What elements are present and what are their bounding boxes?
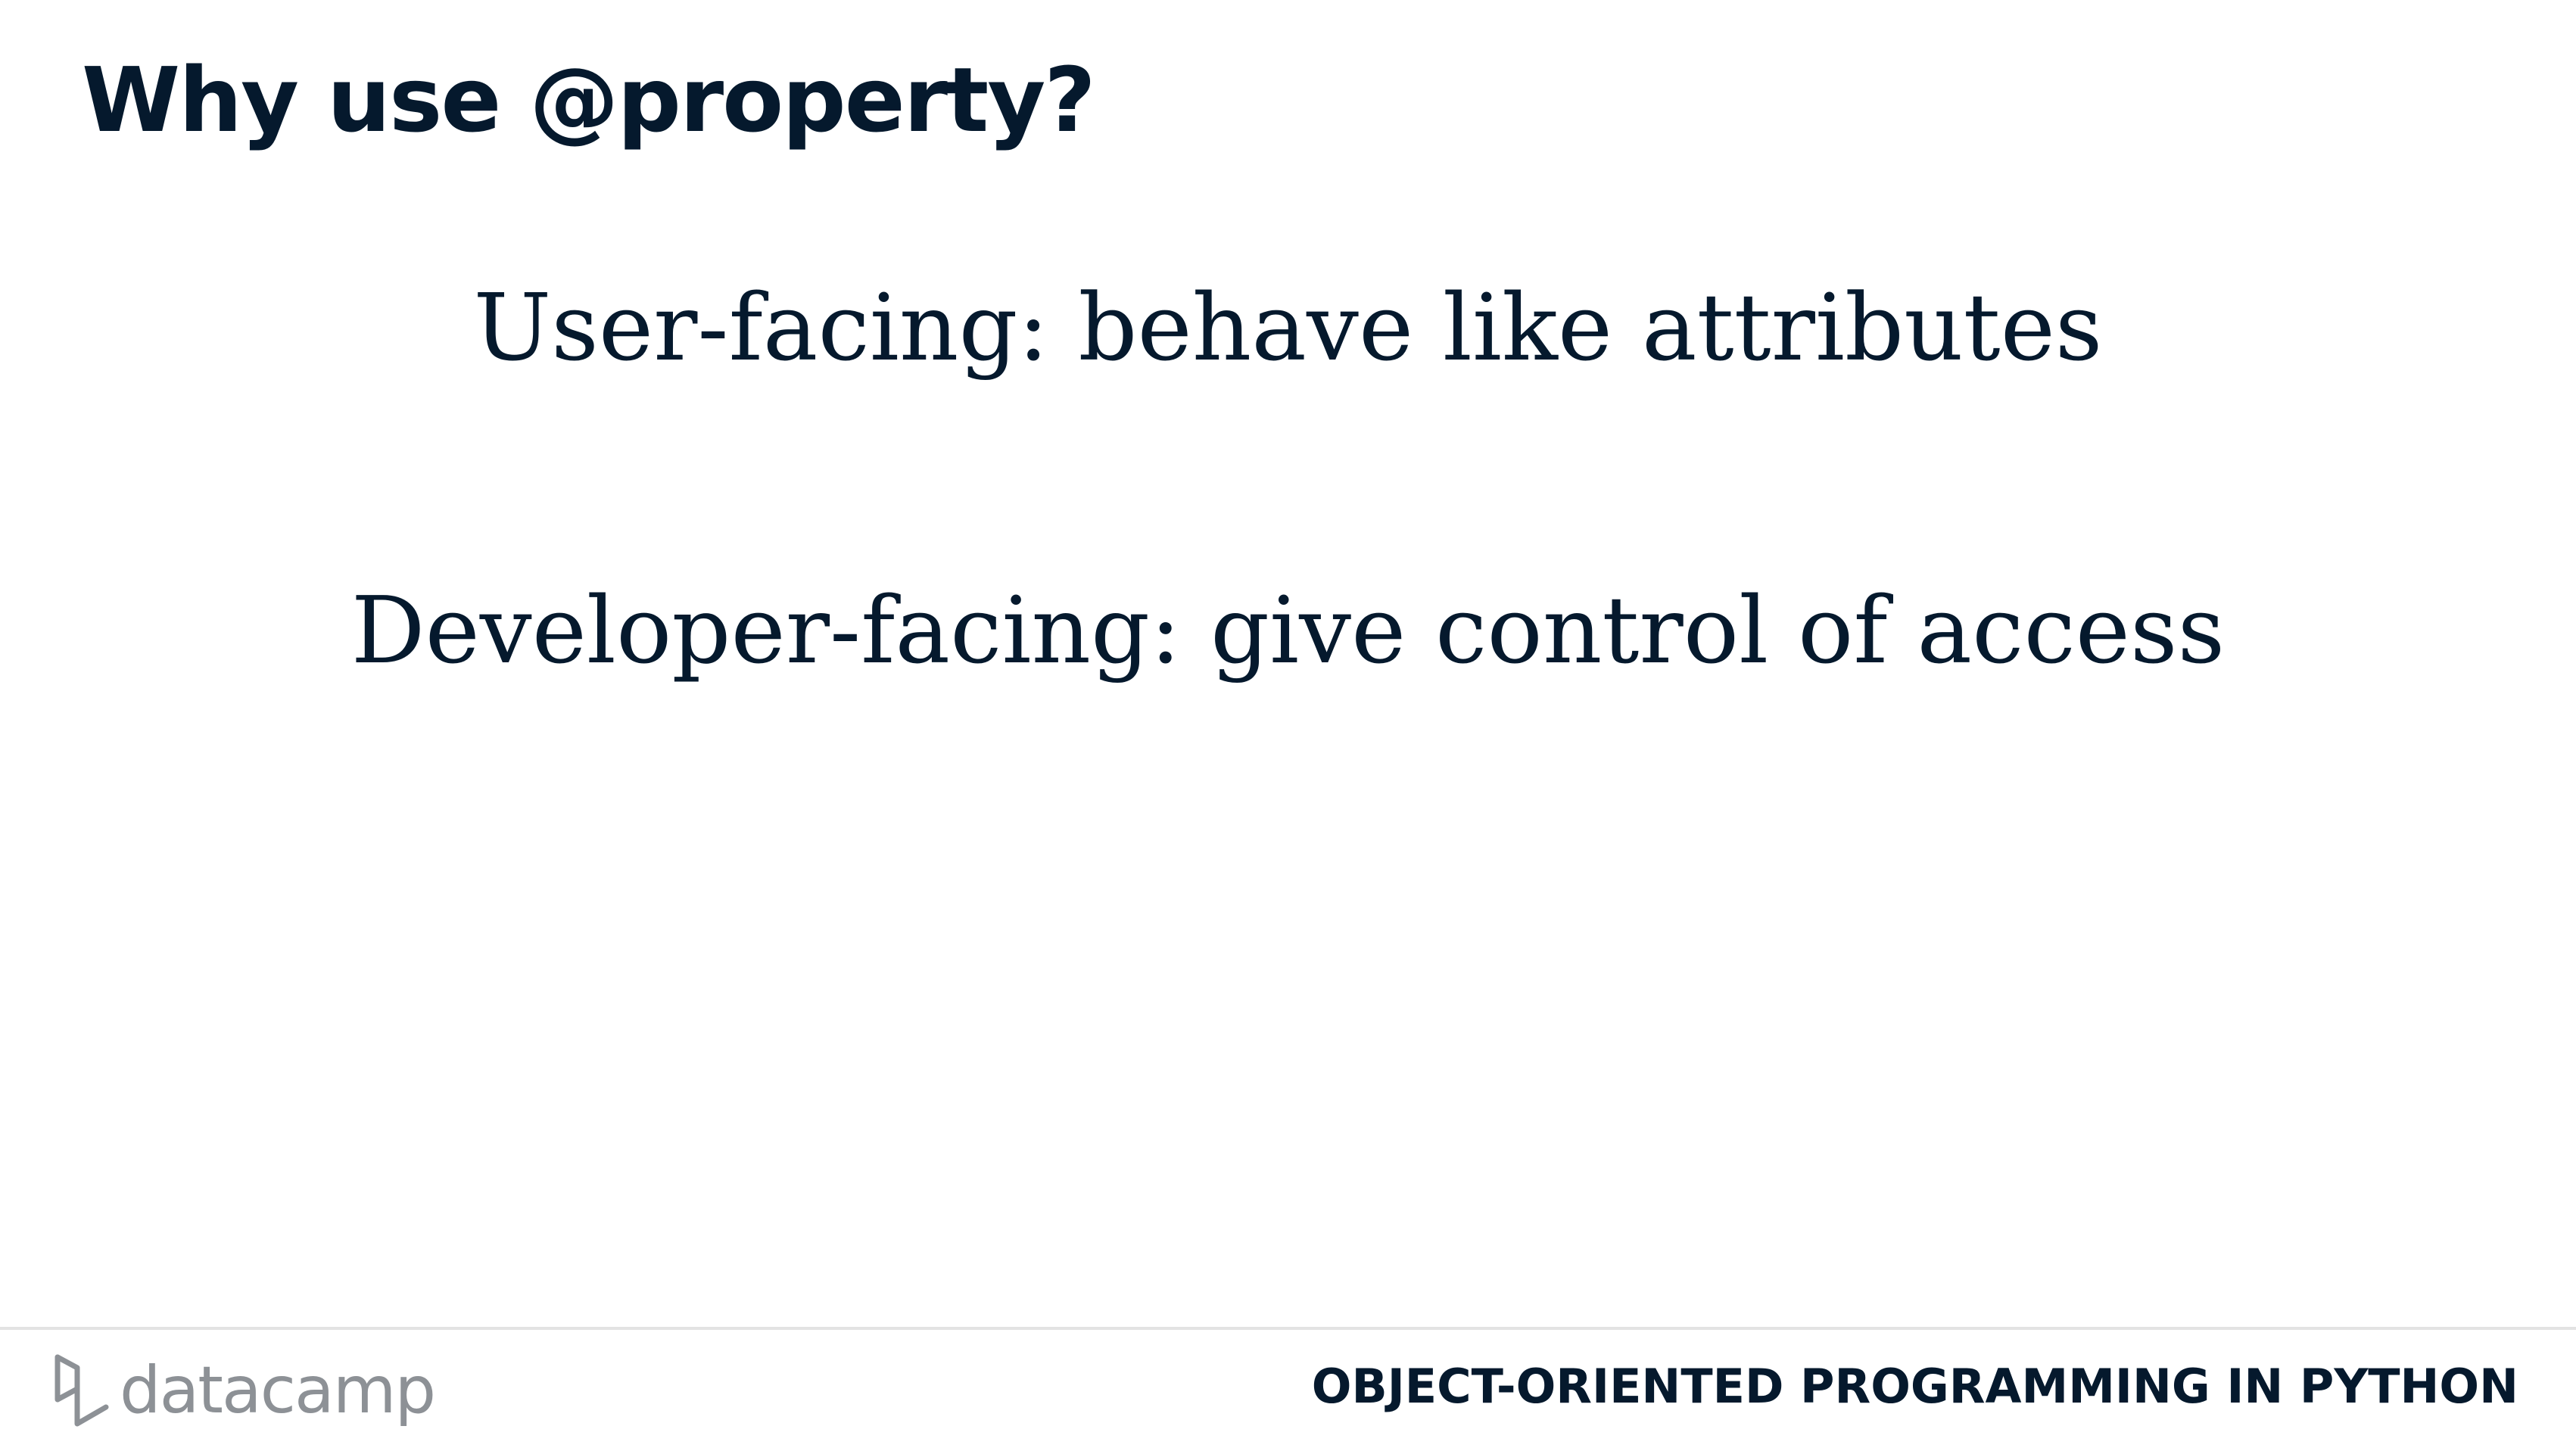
footer-divider [0,1327,2576,1330]
datacamp-logo: datacamp [51,1349,436,1432]
developer-facing-statement: Developer-facing: give control of access [350,577,2226,684]
course-name: OBJECT-ORIENTED PROGRAMMING IN PYTHON [1311,1359,2518,1414]
datacamp-logo-icon [55,1354,109,1427]
logo-text: datacamp [120,1353,436,1428]
user-facing-statement: User-facing: behave like attributes [473,274,2103,381]
slide-title: Why use @property? [82,48,1096,152]
